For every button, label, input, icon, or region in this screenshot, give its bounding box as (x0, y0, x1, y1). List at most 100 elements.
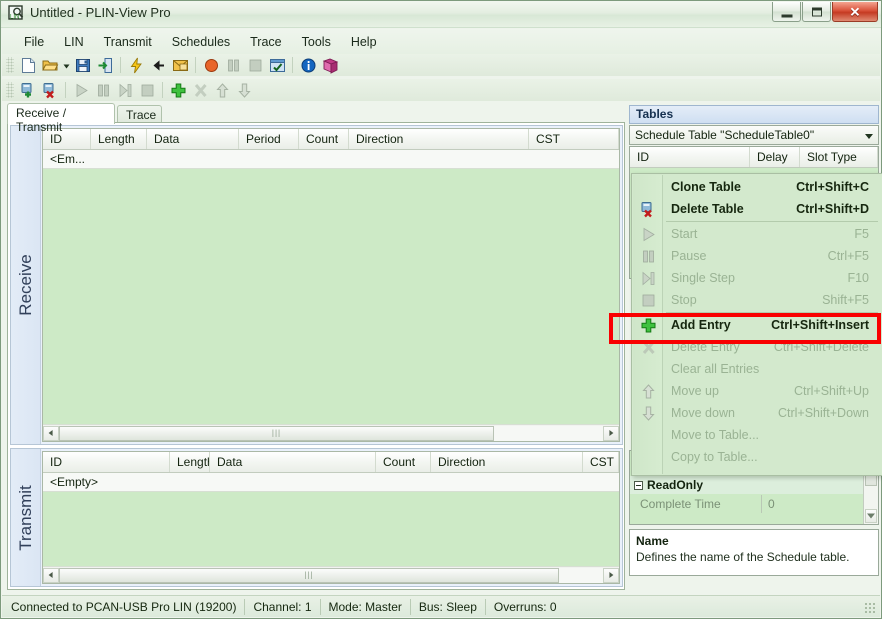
property-row-complete-time[interactable]: Complete Time 0 (630, 495, 878, 513)
col-direction[interactable]: Direction (349, 129, 529, 149)
scroll-right-arrow-icon[interactable] (603, 425, 619, 441)
pause-icon[interactable] (222, 55, 244, 75)
status-mode: Mode: Master (321, 598, 411, 615)
maximize-button[interactable] (802, 2, 831, 22)
menu-tools[interactable]: Tools (292, 32, 341, 52)
resize-gripper[interactable] (864, 602, 876, 614)
scroll-track[interactable] (494, 425, 603, 441)
stop-icon[interactable] (136, 80, 158, 100)
menu-item-add-entry[interactable]: Add Entry Ctrl+Shift+Insert (633, 314, 881, 336)
move-down-icon[interactable] (233, 80, 255, 100)
minimize-button[interactable] (772, 2, 801, 22)
receive-empty-row[interactable]: <Em... (43, 150, 619, 169)
col-id[interactable]: ID (630, 147, 750, 167)
scroll-thumb[interactable] (59, 567, 559, 583)
menu-help[interactable]: Help (341, 32, 387, 52)
receive-grid-body[interactable] (43, 169, 619, 424)
scroll-thumb[interactable] (59, 425, 494, 441)
delete-table-icon[interactable] (39, 80, 61, 100)
transmit-empty-row[interactable]: <Empty> (43, 473, 619, 492)
col-delay[interactable]: Delay (750, 147, 800, 167)
col-count[interactable]: Count (376, 452, 431, 472)
title-bar[interactable]: LIN Untitled - PLIN-View Pro ✕ (1, 1, 881, 28)
col-direction[interactable]: Direction (431, 452, 583, 472)
receive-panel: Receive ID Length Data Period Count Dire… (10, 125, 623, 445)
tables-dock-title: Tables (629, 105, 879, 124)
menu-file[interactable]: File (14, 32, 54, 52)
col-period[interactable]: Period (239, 129, 299, 149)
receive-hscrollbar[interactable] (43, 424, 619, 441)
info-icon[interactable] (297, 55, 319, 75)
schedule-table-context-menu[interactable]: Clone Table Ctrl+Shift+C Delete Table Ct… (631, 173, 882, 476)
col-cst[interactable]: CST (529, 129, 619, 149)
message-icon[interactable] (169, 55, 191, 75)
delete-table-icon (633, 198, 663, 220)
schedule-table-combo[interactable]: Schedule Table "ScheduleTable0" (629, 125, 879, 145)
property-value (762, 476, 878, 494)
scroll-track[interactable] (559, 567, 603, 583)
col-length[interactable]: Length (91, 129, 147, 149)
col-data[interactable]: Data (210, 452, 376, 472)
property-category-readonly[interactable]: ReadOnly (630, 476, 878, 494)
col-data[interactable]: Data (147, 129, 239, 149)
lin-magnifier-icon: LIN (8, 5, 26, 23)
menu-item-delete-table[interactable]: Delete Table Ctrl+Shift+D (633, 198, 881, 220)
menu-transmit[interactable]: Transmit (94, 32, 162, 52)
start-icon[interactable] (70, 80, 92, 100)
delete-entry-icon (633, 336, 663, 358)
menu-item-clone-table[interactable]: Clone Table Ctrl+Shift+C (633, 176, 881, 198)
toolbar-grip[interactable] (6, 82, 14, 98)
transmit-grid-body[interactable] (43, 492, 619, 566)
col-cst[interactable]: CST (583, 452, 619, 472)
save-exit-icon[interactable] (94, 55, 116, 75)
menu-item-pause: Pause Ctrl+F5 (633, 245, 881, 267)
menu-lin[interactable]: LIN (54, 32, 93, 52)
add-entry-icon[interactable] (167, 80, 189, 100)
menu-item-move-to-table: Move to Table... (633, 424, 881, 446)
col-slot-type[interactable]: Slot Type (800, 147, 878, 167)
save-icon[interactable] (72, 55, 94, 75)
tab-receive-transmit[interactable]: Receive / Transmit (7, 103, 115, 134)
toolbar-grip[interactable] (6, 57, 14, 73)
menu-schedules[interactable]: Schedules (162, 32, 240, 52)
add-entry-icon (633, 314, 663, 336)
new-file-icon[interactable] (17, 55, 39, 75)
transmit-label-text: Transmit (15, 484, 35, 551)
scroll-left-arrow-icon[interactable] (43, 567, 59, 583)
chevron-down-icon[interactable] (865, 134, 873, 139)
col-count[interactable]: Count (299, 129, 349, 149)
open-dropdown-arrow-icon[interactable] (61, 55, 72, 75)
connect-lightning-icon[interactable] (125, 55, 147, 75)
col-length[interactable]: Length (170, 452, 210, 472)
scroll-right-arrow-icon[interactable] (603, 567, 619, 583)
record-icon[interactable] (200, 55, 222, 75)
tab-strip: Receive / Transmit Trace (7, 103, 625, 134)
menu-trace[interactable]: Trace (240, 32, 292, 52)
single-step-icon[interactable] (114, 80, 136, 100)
move-up-icon[interactable] (211, 80, 233, 100)
menu-item-label: Move down (671, 406, 735, 420)
desktop-background: LIN Untitled - PLIN-View Pro ✕ File LIN … (0, 0, 882, 619)
disconnect-icon[interactable] (147, 55, 169, 75)
scroll-left-arrow-icon[interactable] (43, 425, 59, 441)
stop-icon[interactable] (244, 55, 266, 75)
col-id[interactable]: ID (43, 452, 170, 472)
collapse-icon[interactable] (634, 481, 643, 491)
transmit-grid[interactable]: ID Length Data Count Direction CST <Empt… (42, 451, 620, 584)
status-bus: Bus: Sleep (411, 598, 486, 615)
open-file-icon[interactable] (39, 55, 61, 75)
trace-window-icon[interactable] (266, 55, 288, 75)
pause-icon[interactable] (92, 80, 114, 100)
tab-trace[interactable]: Trace (117, 105, 162, 123)
receive-panel-label: Receive (11, 126, 41, 444)
menu-item-single-step: Single Step F10 (633, 267, 881, 289)
receive-grid[interactable]: ID Length Data Period Count Direction CS… (42, 128, 620, 442)
stop-icon (633, 289, 663, 311)
transmit-hscrollbar[interactable] (43, 566, 619, 583)
help-book-icon[interactable] (319, 55, 341, 75)
scroll-down-arrow-icon[interactable] (865, 509, 877, 523)
menu-item-shortcut: Ctrl+Shift+C (796, 180, 869, 194)
close-button[interactable]: ✕ (832, 2, 878, 22)
add-table-icon[interactable] (17, 80, 39, 100)
delete-entry-icon[interactable] (189, 80, 211, 100)
